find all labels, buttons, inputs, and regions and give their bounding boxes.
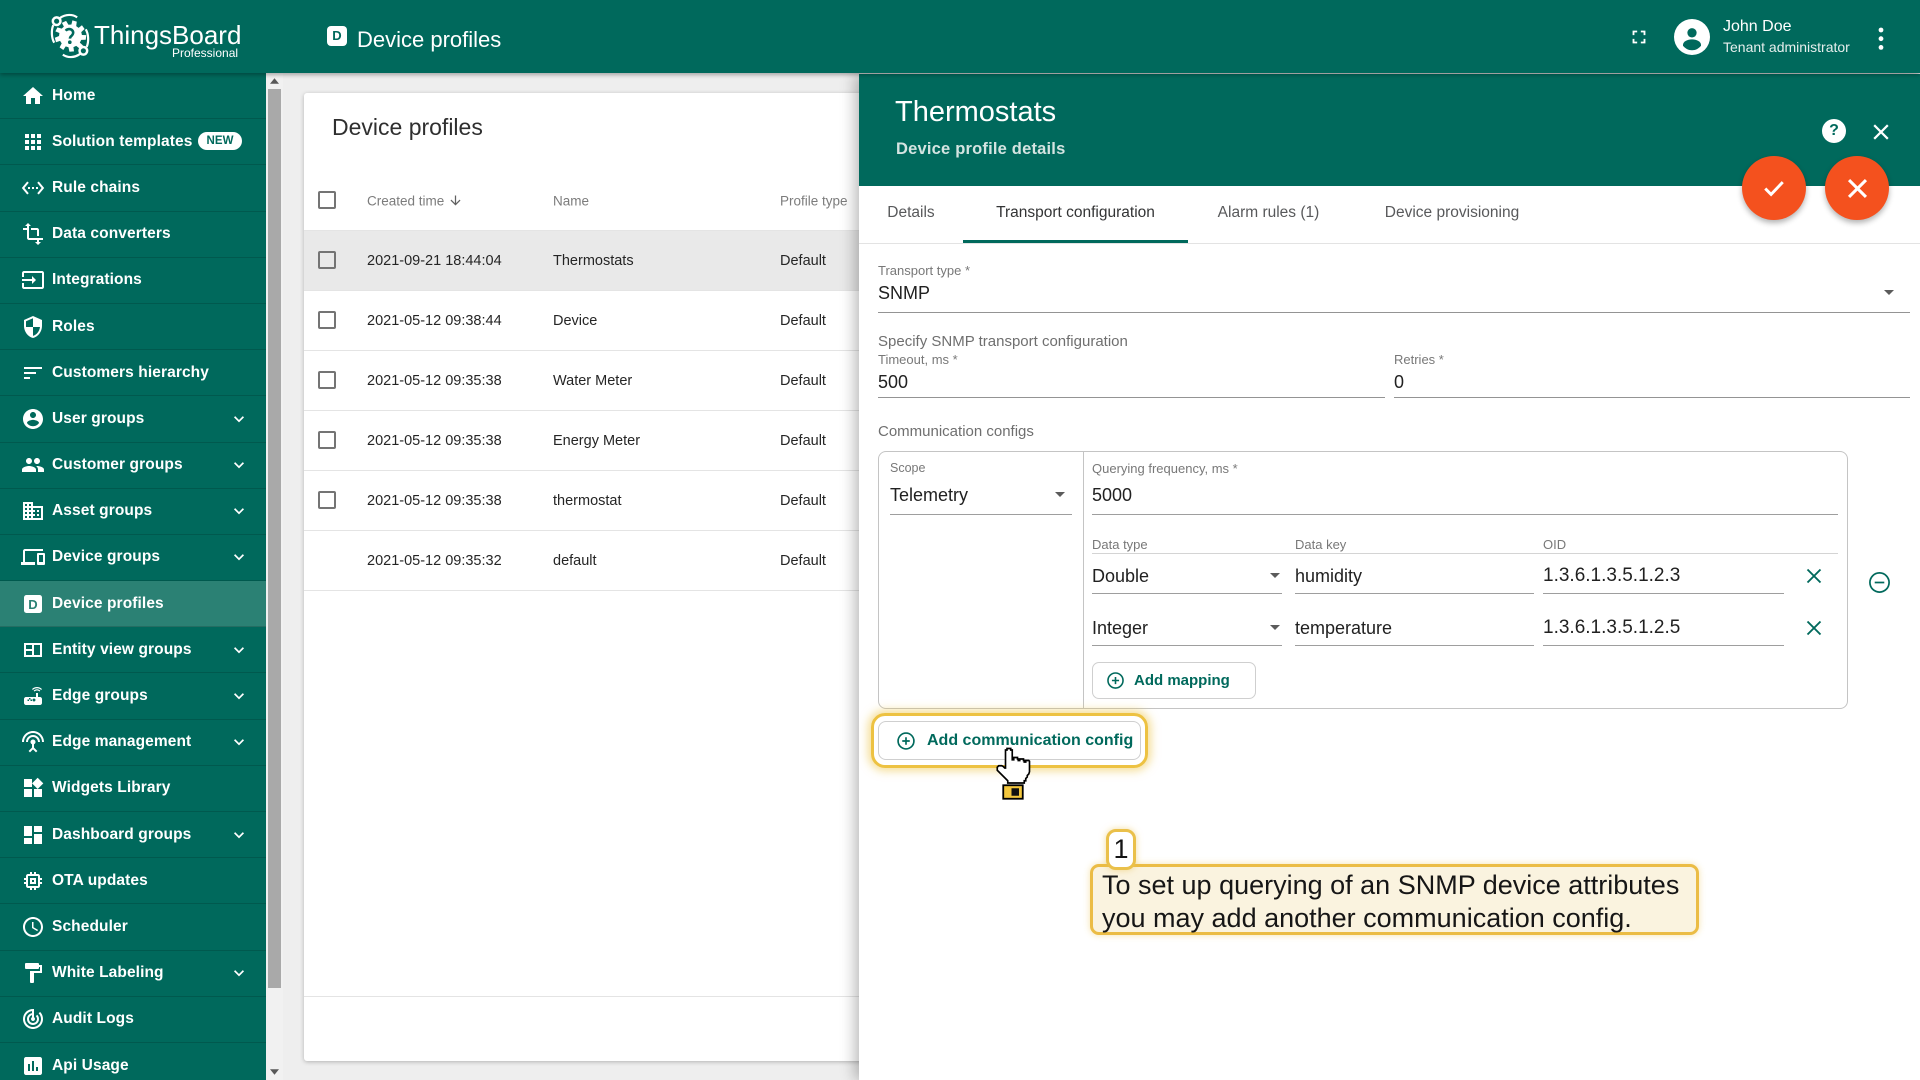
svg-text:D: D — [28, 597, 37, 612]
